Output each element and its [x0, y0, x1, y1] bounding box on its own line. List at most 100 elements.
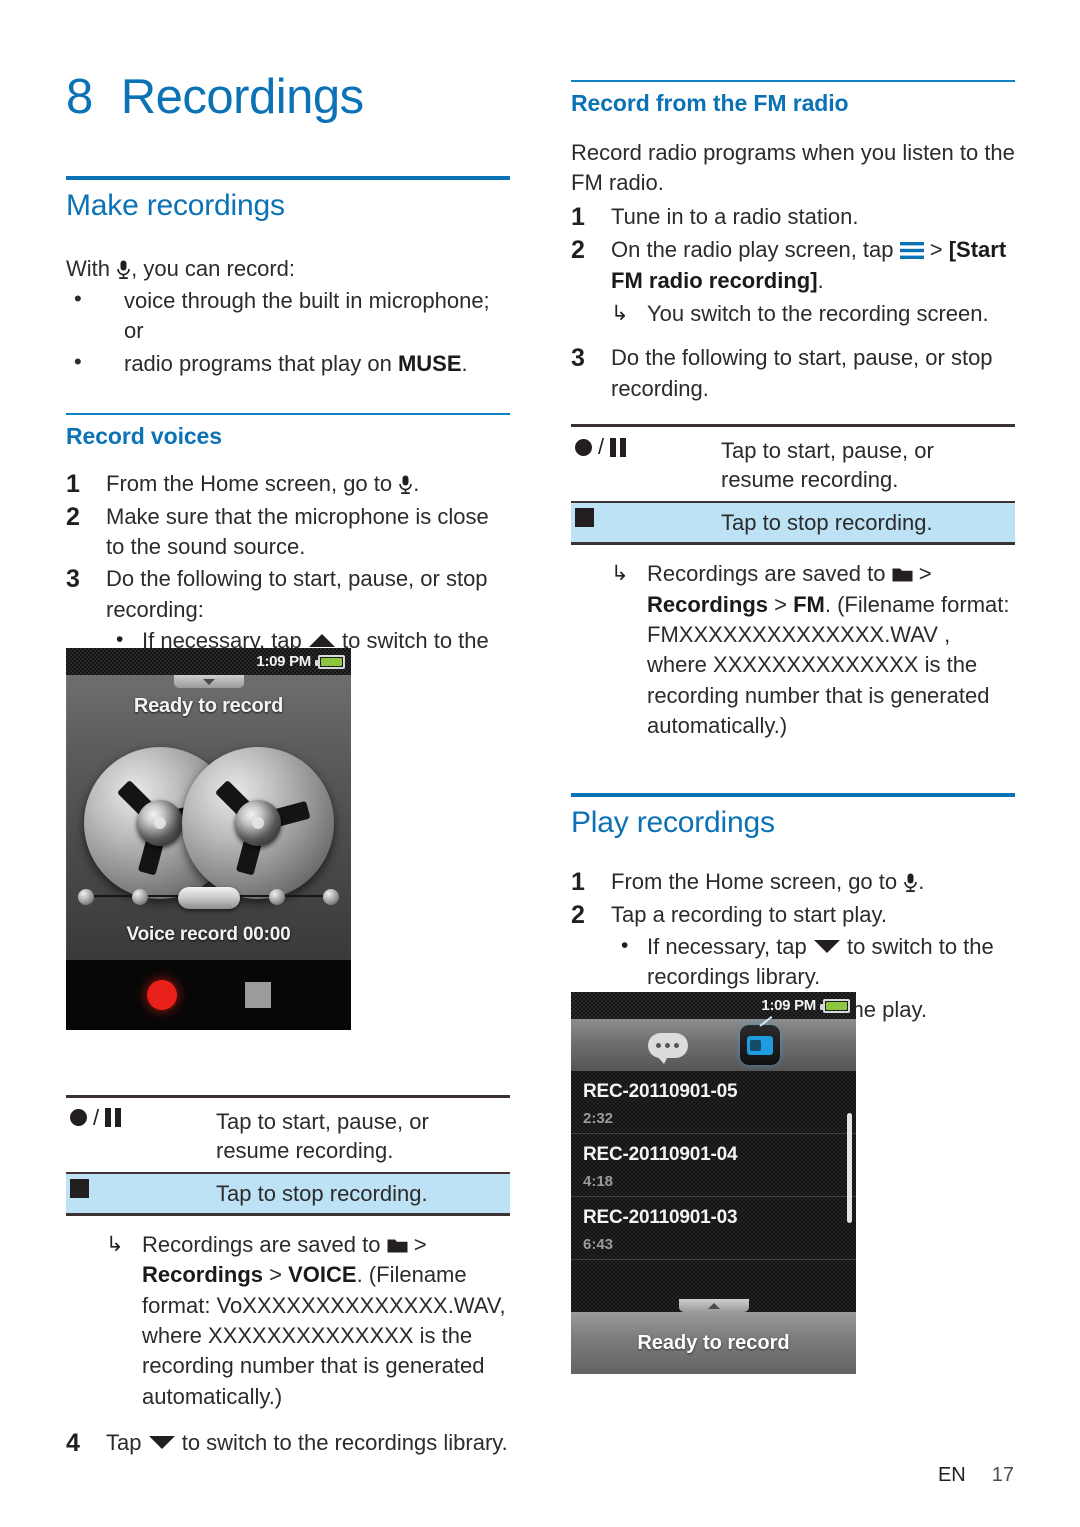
- library-footer-label: Ready to record: [637, 1331, 790, 1354]
- result-text-sep2: >: [768, 591, 794, 617]
- folder-icon: [892, 568, 913, 582]
- step-1: 1 From the Home screen, go to .: [571, 867, 1015, 898]
- stop-button[interactable]: [244, 982, 271, 1008]
- result-arrow-icon: ↳: [611, 302, 629, 326]
- make-recordings-intro: With , you can record:: [66, 254, 510, 284]
- step-number: 1: [571, 203, 585, 232]
- page-number: 17: [991, 1464, 1014, 1486]
- recorder-face: Ready to record Voice record 00:00: [66, 675, 351, 960]
- step-1: 1 From the Home screen, go to .: [66, 469, 510, 500]
- battery-icon: [315, 654, 345, 669]
- status-time: 1:09 PM: [256, 653, 311, 670]
- step-2: 2 Tap a recording to start play.: [571, 900, 1015, 931]
- table-row: Tap to stop recording.: [571, 501, 1015, 546]
- list-item[interactable]: REC-20110901-05 2:32: [571, 1071, 856, 1134]
- make-recordings-bullets: voice through the built in microphone; o…: [66, 284, 510, 379]
- result-text: You switch to the recording screen.: [647, 301, 989, 327]
- microphone-icon: [117, 260, 130, 279]
- library-footer-bar[interactable]: Ready to record: [571, 1312, 856, 1374]
- intro-text-after: , you can record:: [131, 255, 295, 281]
- chevron-down-icon: [202, 678, 215, 685]
- subsection-heading-record-voices: Record voices: [66, 422, 222, 449]
- control-description: Tap to stop recording.: [216, 1180, 428, 1206]
- recording-duration: 4:18: [583, 1173, 614, 1190]
- control-symbols: [66, 1174, 216, 1208]
- list-item[interactable]: REC-20110901-03 6:43: [571, 1197, 856, 1260]
- chapter-number: 8: [66, 70, 93, 124]
- status-time: 1:09 PM: [761, 997, 816, 1014]
- substep-bullet: •: [621, 933, 629, 957]
- step-text-before: Tap: [106, 1429, 148, 1455]
- folder-recordings-label: Recordings: [142, 1262, 264, 1288]
- recording-controls-table: / Tap to start, pause, or resume recordi…: [66, 1094, 510, 1216]
- device-status-bar: 1:09 PM: [66, 648, 351, 675]
- stop-square-icon: [70, 1178, 89, 1198]
- manual-page: 8 Recordings Make recordings With , you …: [0, 0, 1080, 1527]
- list-item[interactable]: REC-20110901-04 4:18: [571, 1134, 856, 1197]
- bullet-prefix: radio programs that play on: [124, 350, 398, 376]
- step-text-after: to switch to the recordings library.: [175, 1429, 508, 1455]
- step-text: From the Home screen, go to .: [611, 867, 1015, 897]
- record-button[interactable]: [146, 980, 177, 1010]
- step-text: Tap to switch to the recordings library.: [106, 1428, 510, 1458]
- fm-intro: Record radio programs when you listen to…: [571, 139, 1015, 195]
- recording-duration: 6:43: [583, 1236, 614, 1253]
- subsection-rule: [66, 412, 510, 415]
- battery-icon: [820, 998, 850, 1013]
- panel-toggle-handle[interactable]: [678, 1299, 749, 1312]
- table-row: Tap to stop recording.: [66, 1171, 510, 1216]
- device-status-bar: 1:09 PM: [571, 992, 856, 1019]
- recording-name: REC-20110901-05: [583, 1081, 738, 1102]
- result-text: Recordings are saved to > Recordings > F…: [647, 559, 1015, 741]
- step-text: Do the following to start, pause, or sto…: [611, 345, 993, 401]
- step-text: On the radio play screen, tap > [Start F…: [611, 235, 1015, 296]
- result-text: Recordings are saved to > Recordings > V…: [142, 1230, 510, 1412]
- control-symbols: /: [66, 1098, 216, 1139]
- control-symbols: /: [571, 427, 721, 468]
- scrollbar[interactable]: [847, 1113, 852, 1223]
- microphone-icon: [904, 873, 918, 892]
- recording-duration: 2:32: [583, 1110, 614, 1127]
- control-description: Tap to start, pause, or resume recording…: [721, 438, 934, 493]
- recordings-list[interactable]: REC-20110901-05 2:32 REC-20110901-04 4:1…: [571, 1071, 856, 1312]
- result-text-before: Recordings are saved to: [647, 561, 892, 587]
- device-screenshot-recordings-library: 1:09 PM REC-20110901-05 2:32 REC-2011090…: [571, 992, 856, 1374]
- recording-name: REC-20110901-03: [583, 1207, 738, 1228]
- library-tab-bar: [571, 1019, 856, 1073]
- result-arrow-icon: ↳: [611, 562, 629, 586]
- table-row: / Tap to start, pause, or resume recordi…: [66, 1094, 510, 1172]
- step-text-before: On the radio play screen, tap: [611, 237, 900, 263]
- step-text-after: .: [413, 470, 420, 496]
- bullet-bold-muse: MUSE: [397, 350, 462, 376]
- fm-steps: 1 Tune in to a radio station. 2 On the r…: [571, 202, 1015, 404]
- page-footer: EN 17: [938, 1464, 1014, 1487]
- device-screenshot-voice-recorder: 1:09 PM Ready to record Voice record 00:…: [66, 648, 351, 1030]
- result-text-sep2: >: [263, 1262, 289, 1288]
- step-number: 3: [66, 565, 80, 594]
- section-heading-play-recordings: Play recordings: [571, 806, 775, 840]
- record-dot-icon: [70, 1109, 87, 1127]
- step-number: 2: [571, 236, 585, 265]
- radio-tab[interactable]: [739, 1025, 780, 1065]
- folder-recordings-label: Recordings: [647, 591, 769, 617]
- result-text-sep1: >: [407, 1231, 427, 1257]
- subsection-rule: [571, 80, 1015, 82]
- device-control-bar: [66, 958, 351, 1030]
- substep-text: If necessary, tap to switch to the recor…: [647, 932, 1015, 993]
- panel-toggle-handle[interactable]: [173, 675, 244, 688]
- chevron-up-icon: [707, 1302, 720, 1309]
- step-text-after: .: [817, 267, 824, 293]
- voice-bubble-icon[interactable]: [647, 1032, 688, 1064]
- result-text-sep1: >: [912, 561, 932, 587]
- step-text-sep: >: [923, 237, 949, 263]
- substep-text-before: If necessary, tap: [647, 933, 813, 959]
- step-number: 2: [66, 502, 80, 531]
- step-number: 1: [571, 867, 585, 896]
- step-text-after: .: [918, 868, 925, 894]
- control-description: Tap to start, pause, or resume recording…: [216, 1108, 429, 1163]
- folder-voice-label: VOICE: [288, 1262, 357, 1288]
- intro-text-before: With: [66, 255, 117, 281]
- slash-separator: /: [93, 1104, 100, 1130]
- footer-language: EN: [937, 1464, 966, 1486]
- section-rule: [66, 176, 510, 180]
